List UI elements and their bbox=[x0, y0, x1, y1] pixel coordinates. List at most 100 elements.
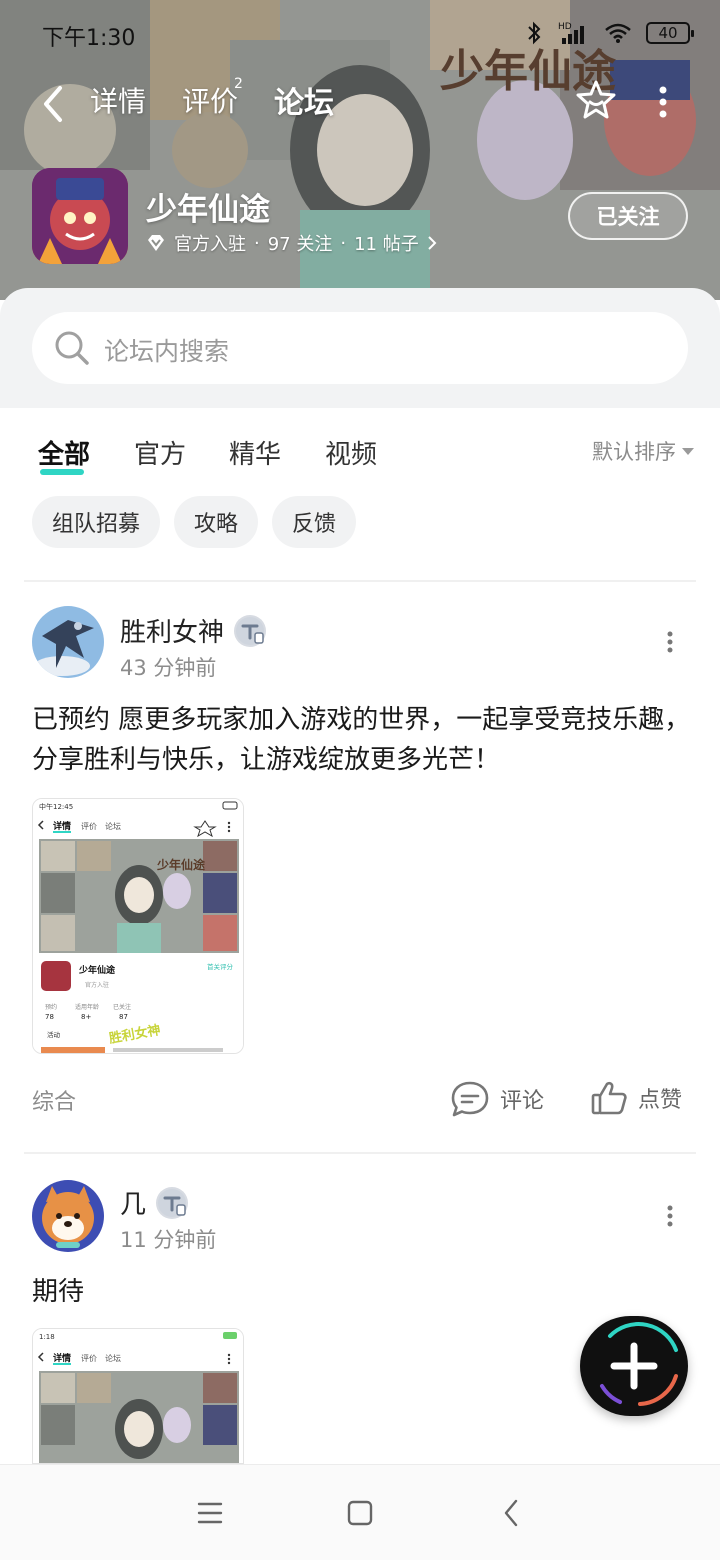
follow-button[interactable]: 已关注 bbox=[568, 192, 688, 240]
user-level-badge-icon bbox=[156, 1186, 189, 1219]
forum-header: 少年仙途 下午1:30 HD 40 详情 评价 2 论坛 少年仙途 官方入驻 ·… bbox=[0, 0, 720, 300]
sort-dropdown[interactable]: 默认排序 bbox=[592, 436, 694, 466]
more-options-icon[interactable] bbox=[650, 80, 676, 124]
chip-team-recruit[interactable]: 组队招募 bbox=[32, 496, 161, 548]
search-panel: 论坛内搜索 bbox=[0, 288, 720, 408]
filter-active-indicator bbox=[40, 469, 84, 475]
game-icon-art bbox=[32, 168, 128, 264]
comment-icon bbox=[451, 1081, 489, 1117]
thumb-stat-label-3: 已关注 bbox=[113, 1003, 131, 1011]
post-card[interactable]: 几 11 分钟前 期待 1:18 详情 评价 论坛 bbox=[0, 1154, 720, 1464]
thumb-activity: 活动 bbox=[47, 1030, 61, 1039]
back-arrow-icon[interactable] bbox=[34, 80, 74, 128]
post-content: 已预约 愿更多玩家加入游戏的世界，一起享受竞技乐趣，分享胜利与快乐，让游戏绽放更… bbox=[32, 705, 691, 775]
like-label: 点赞 bbox=[638, 1088, 683, 1113]
author-name: 胜利女神 bbox=[120, 618, 225, 648]
game-icon[interactable] bbox=[32, 168, 128, 264]
post-time: 43 分钟前 bbox=[120, 656, 217, 680]
thumb-stat-value-1: 78 bbox=[45, 1013, 54, 1021]
post-time: 11 分钟前 bbox=[120, 1228, 217, 1252]
avatar-image bbox=[32, 1180, 104, 1252]
filter-tab-all[interactable]: 全部 bbox=[38, 434, 91, 475]
thumb-status-time: 中午12:45 bbox=[39, 802, 73, 811]
create-post-button[interactable] bbox=[580, 1316, 688, 1416]
filter-tab-featured[interactable]: 精华 bbox=[229, 434, 281, 471]
thumbs-up-icon bbox=[591, 1081, 627, 1115]
status-bar: 下午1:30 HD 40 bbox=[0, 0, 720, 66]
follow-button-label: 已关注 bbox=[596, 205, 660, 229]
menu-icon[interactable] bbox=[188, 1491, 232, 1535]
thumb-tab-forum: 论坛 bbox=[105, 1353, 121, 1363]
thumb-status-time: 1:18 bbox=[39, 1333, 55, 1341]
comment-button[interactable]: 评论 bbox=[450, 1080, 544, 1118]
tab-reviews[interactable]: 评价 bbox=[182, 80, 238, 120]
official-label: 官方入驻 bbox=[174, 234, 246, 255]
battery-icon: 40 bbox=[646, 22, 694, 44]
status-time: 下午1:30 bbox=[42, 26, 136, 51]
thumb-tab-reviews: 评价 bbox=[81, 822, 97, 831]
search-input[interactable]: 论坛内搜索 bbox=[32, 312, 688, 384]
followers-count: 97 关注 bbox=[267, 234, 333, 255]
thumb-stat-value-3: 87 bbox=[119, 1013, 128, 1021]
home-icon[interactable] bbox=[338, 1491, 382, 1535]
post-author[interactable]: 几 bbox=[120, 1184, 189, 1221]
thumb-tab-forum: 论坛 bbox=[105, 821, 121, 831]
sort-label: 默认排序 bbox=[592, 440, 676, 464]
post-image[interactable]: 1:18 详情 评价 论坛 bbox=[32, 1328, 244, 1464]
thumb-tab-details: 详情 bbox=[53, 1352, 71, 1364]
filter-tab-video[interactable]: 视频 bbox=[325, 434, 377, 471]
chevron-right-icon[interactable] bbox=[427, 235, 437, 251]
post-image[interactable]: 中午12:45 详情 评价 论坛 少年仙途 少年仙途 官方入驻 首关评分 预约 … bbox=[32, 798, 244, 1054]
thumb-tab-details: 详情 bbox=[53, 820, 71, 832]
cellular-signal-icon: HD bbox=[558, 22, 584, 44]
filter-tab-all-label: 全部 bbox=[38, 440, 91, 470]
user-level-badge-icon bbox=[234, 614, 267, 647]
thumb-tab-reviews: 评价 bbox=[81, 1354, 97, 1363]
search-placeholder: 论坛内搜索 bbox=[104, 337, 230, 366]
tab-forum[interactable]: 论坛 bbox=[270, 78, 340, 124]
thumb-stat-label-1: 预约 bbox=[45, 1003, 57, 1011]
caret-down-icon bbox=[682, 447, 694, 455]
comment-label: 评论 bbox=[500, 1089, 545, 1114]
filter-tabs: 全部 官方 精华 视频 默认排序 bbox=[0, 408, 720, 492]
thumb-banner-text: 少年仙途 bbox=[156, 857, 206, 872]
chip-guides[interactable]: 攻略 bbox=[174, 496, 259, 548]
post-more-icon[interactable] bbox=[664, 630, 676, 654]
thumb-stat-value-2: 8+ bbox=[81, 1013, 91, 1021]
system-navigation-bar bbox=[0, 1464, 720, 1560]
post-category[interactable]: 综合 bbox=[32, 1084, 76, 1116]
game-title: 少年仙途 bbox=[146, 192, 270, 228]
thumb-game-name: 少年仙途 bbox=[78, 964, 116, 976]
author-name: 几 bbox=[120, 1190, 147, 1220]
thumb-follow: 首关评分 bbox=[207, 962, 234, 971]
thumb-stat-label-2: 适用年龄 bbox=[75, 1003, 99, 1011]
favorite-star-icon[interactable] bbox=[574, 78, 618, 122]
search-icon bbox=[55, 331, 89, 365]
post-author[interactable]: 胜利女神 bbox=[120, 612, 267, 649]
back-icon[interactable] bbox=[490, 1491, 534, 1535]
diamond-verified-icon bbox=[148, 235, 164, 251]
tab-forum-label: 论坛 bbox=[274, 86, 334, 121]
battery-level: 40 bbox=[658, 24, 678, 42]
post-image-screenshot: 1:18 详情 评价 论坛 bbox=[33, 1329, 243, 1463]
chip-feedback[interactable]: 反馈 bbox=[272, 496, 357, 548]
avatar[interactable] bbox=[32, 1180, 104, 1252]
post-image-screenshot: 中午12:45 详情 评价 论坛 少年仙途 少年仙途 官方入驻 首关评分 预约 … bbox=[33, 799, 243, 1053]
post-more-icon[interactable] bbox=[664, 1204, 676, 1228]
hd-label: HD bbox=[558, 22, 572, 32]
bluetooth-icon bbox=[528, 21, 541, 45]
filter-tab-official[interactable]: 官方 bbox=[134, 434, 186, 471]
tab-details[interactable]: 详情 bbox=[90, 80, 146, 120]
post-card[interactable]: 胜利女神 43 分钟前 已预约 愿更多玩家加入游戏的世界，一起享受竞技乐趣，分享… bbox=[0, 582, 720, 1152]
game-meta: 官方入驻 · 97 关注 · 11 帖子 bbox=[146, 230, 437, 256]
like-button[interactable]: 点赞 bbox=[590, 1080, 682, 1116]
reviews-count-badge: 2 bbox=[234, 76, 243, 92]
plus-icon bbox=[600, 1322, 678, 1406]
post-actions: 综合 评论 点赞 bbox=[0, 1080, 720, 1120]
top-nav: 详情 评价 2 论坛 bbox=[0, 76, 720, 132]
posts-count[interactable]: 11 帖子 bbox=[354, 230, 419, 256]
avatar-image bbox=[32, 606, 104, 678]
topic-chips: 组队招募 攻略 反馈 bbox=[32, 496, 357, 548]
avatar[interactable] bbox=[32, 606, 104, 678]
wifi-icon bbox=[605, 23, 631, 43]
